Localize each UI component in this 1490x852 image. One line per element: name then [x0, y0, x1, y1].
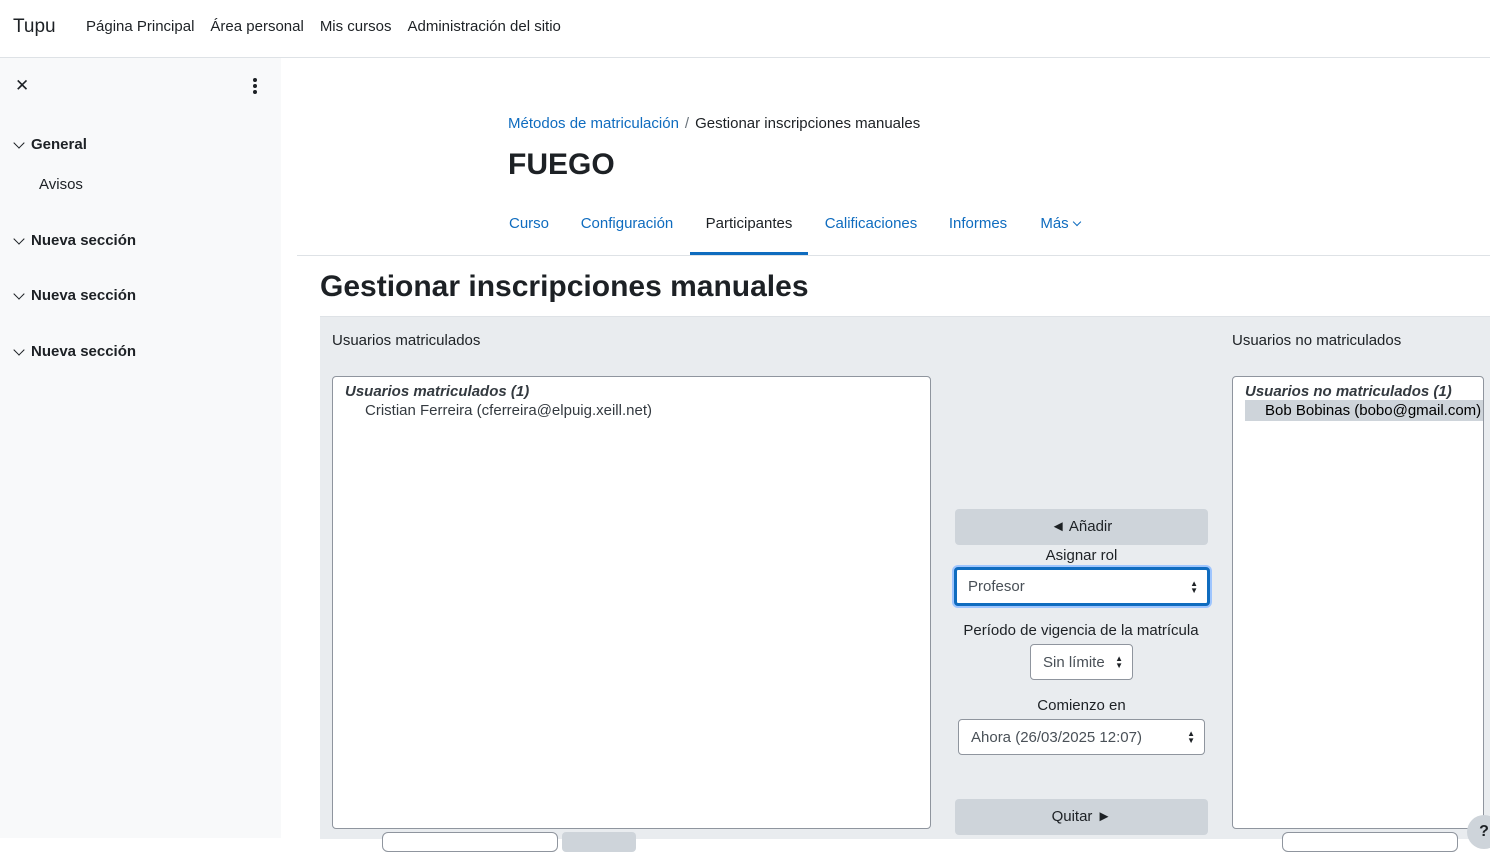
assign-role-label: Asignar rol	[1045, 547, 1118, 564]
primary-navigation: Página Principal Área personal Mis curso…	[86, 18, 561, 35]
nav-dashboard-link[interactable]: Área personal	[210, 18, 303, 35]
help-button[interactable]: ?	[1467, 815, 1490, 849]
section-nueva-2[interactable]: Nueva sección	[13, 287, 137, 304]
section-label: Nueva sección	[31, 232, 137, 249]
not-enrolled-users-list[interactable]: Usuarios no matriculados (1) Bob Bobinas…	[1232, 376, 1484, 829]
remove-button[interactable]: Quitar ►	[955, 799, 1208, 835]
list-item[interactable]: Bob Bobinas (bobo@gmail.com)	[1245, 400, 1483, 421]
tab-label: Participantes	[705, 215, 793, 232]
chevron-down-icon	[13, 343, 25, 356]
secondary-navigation: Curso Configuración Participantes Califi…	[297, 205, 1490, 256]
nav-site-admin-link[interactable]: Administración del sitio	[408, 18, 561, 35]
period-select-value: Sin límite	[1043, 653, 1105, 671]
section-nueva-3[interactable]: Nueva sección	[13, 343, 137, 360]
tab-calificaciones[interactable]: Calificaciones	[811, 205, 931, 255]
tab-mas[interactable]: Más	[1025, 205, 1095, 255]
kebab-menu-icon[interactable]	[248, 78, 262, 96]
select-arrows-icon: ▲ ▼	[1187, 729, 1195, 745]
course-title: FUEGO	[508, 148, 615, 181]
tab-informes[interactable]: Informes	[934, 205, 1022, 255]
section-label: Nueva sección	[31, 343, 137, 360]
select-arrows-icon: ▲ ▼	[1190, 578, 1198, 595]
start-date-label: Comienzo en	[1037, 697, 1126, 714]
not-enrolled-users-label: Usuarios no matriculados	[1232, 332, 1402, 349]
not-enrolled-search-input[interactable]	[1282, 832, 1458, 852]
nav-home-link[interactable]: Página Principal	[86, 18, 194, 35]
list-item[interactable]: Cristian Ferreira (cferreira@elpuig.xeil…	[333, 400, 930, 421]
section-general[interactable]: General	[13, 136, 87, 153]
enrolled-users-label: Usuarios matriculados	[332, 332, 481, 349]
course-index-drawer: ✕ General Avisos Nueva sección Nueva sec…	[0, 58, 281, 838]
breadcrumb-enrolment-methods-link[interactable]: Métodos de matriculación	[508, 115, 679, 132]
chevron-down-icon	[13, 232, 25, 245]
enrolment-period-label: Período de vigencia de la matrícula	[963, 622, 1199, 639]
breadcrumb: Métodos de matriculación / Gestionar inscr…	[508, 115, 920, 132]
tab-label: Curso	[508, 215, 549, 232]
role-select[interactable]: Profesor ▲ ▼	[954, 567, 1210, 606]
tab-participantes[interactable]: Participantes	[690, 205, 808, 255]
page-title: Gestionar inscripciones manuales	[320, 270, 809, 303]
site-brand[interactable]: Tupu	[13, 16, 56, 38]
enrolled-users-list[interactable]: Usuarios matriculados (1) Cristian Ferre…	[332, 376, 931, 829]
tab-label: Calificaciones	[824, 215, 918, 232]
chevron-down-icon	[1072, 217, 1081, 227]
breadcrumb-current: Gestionar inscripciones manuales	[695, 115, 921, 132]
activity-avisos[interactable]: Avisos	[39, 176, 83, 193]
enrolled-search-input[interactable]	[382, 832, 558, 852]
tab-configuracion[interactable]: Configuración	[567, 205, 687, 255]
tab-label: Más	[1040, 215, 1069, 232]
enrolment-panel: Usuarios matriculados Usuarios no matric…	[320, 316, 1490, 852]
nav-my-courses-link[interactable]: Mis cursos	[320, 18, 392, 35]
enrolled-clear-button[interactable]	[562, 832, 636, 852]
top-navbar: Tupu Página Principal Área personal Mis …	[0, 0, 1490, 58]
close-icon[interactable]: ✕	[15, 76, 29, 96]
role-select-value: Profesor	[968, 578, 1025, 595]
section-label: Nueva sección	[31, 287, 137, 304]
select-arrows-icon: ▲ ▼	[1115, 654, 1123, 670]
section-label: General	[31, 136, 87, 153]
tab-curso[interactable]: Curso	[494, 205, 564, 255]
start-select-value: Ahora (26/03/2025 12:07)	[971, 728, 1142, 746]
breadcrumb-separator: /	[684, 115, 690, 132]
add-button[interactable]: ◄ Añadir	[955, 509, 1208, 545]
not-enrolled-group-label: Usuarios no matriculados (1)	[1245, 383, 1452, 400]
tab-label: Informes	[948, 215, 1008, 232]
enrolment-period-select[interactable]: Sin límite ▲ ▼	[1030, 644, 1133, 680]
chevron-down-icon	[13, 136, 25, 149]
chevron-down-icon	[13, 287, 25, 300]
start-date-select[interactable]: Ahora (26/03/2025 12:07) ▲ ▼	[958, 719, 1205, 755]
enrolled-group-label: Usuarios matriculados (1)	[345, 383, 530, 400]
tab-label: Configuración	[580, 215, 674, 232]
section-nueva-1[interactable]: Nueva sección	[13, 232, 137, 249]
